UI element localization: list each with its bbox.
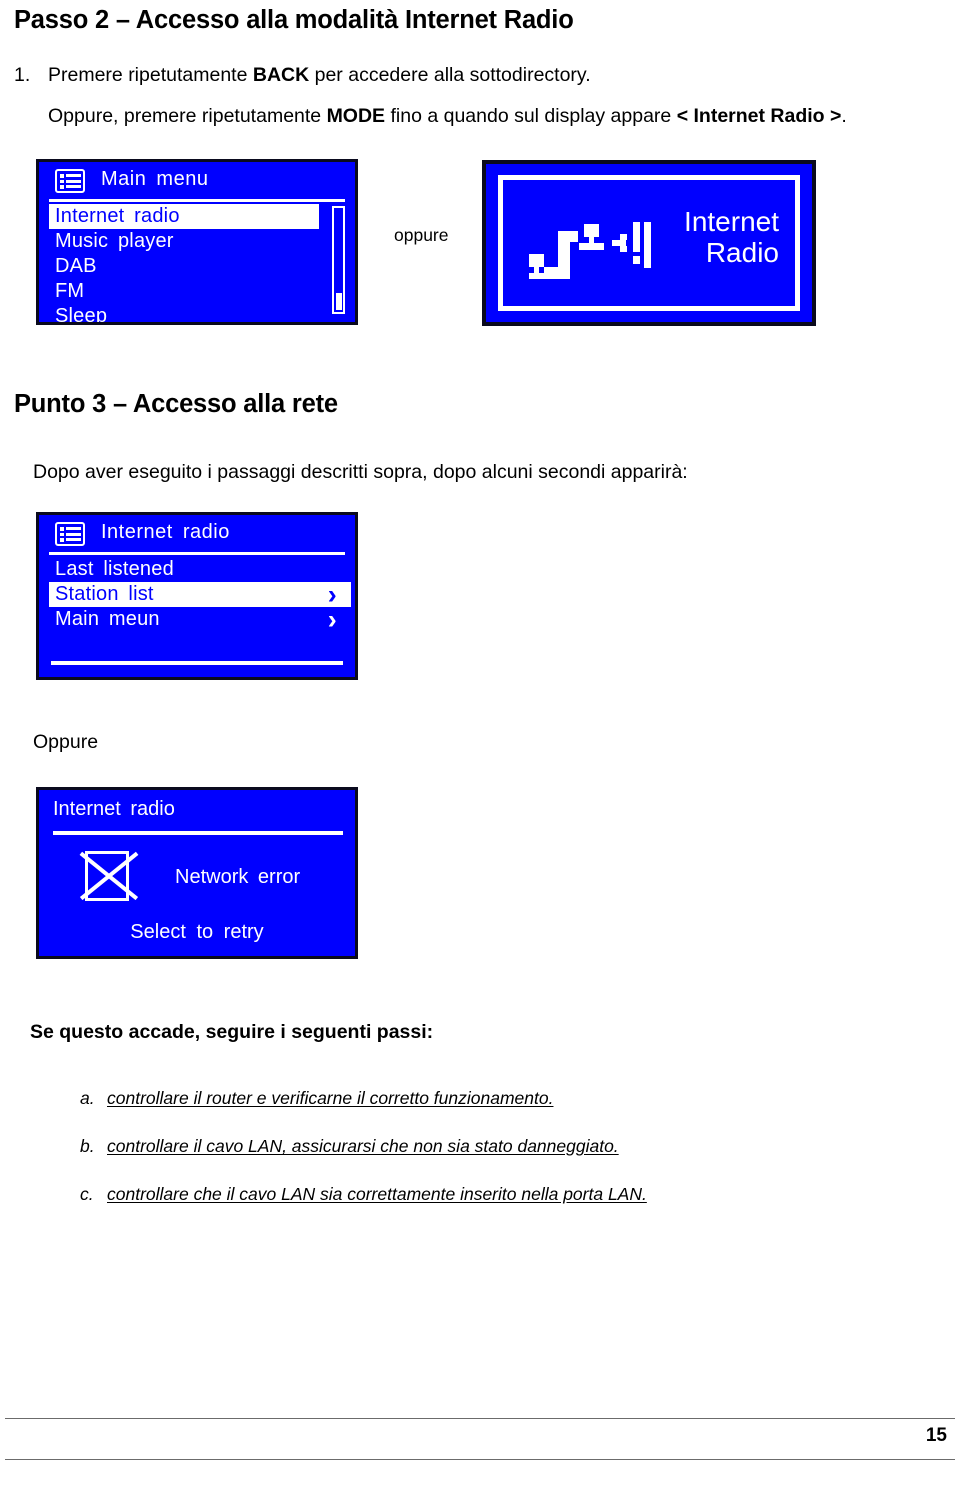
page-title-step2: Passo 2 – Accesso alla modalità Internet… <box>14 6 574 34</box>
document-page: Passo 2 – Accesso alla modalità Internet… <box>0 0 960 1485</box>
network-pixel-icon <box>529 214 654 286</box>
network-error-action[interactable]: Select to retry <box>39 921 355 944</box>
footer-divider <box>51 661 343 665</box>
list-item-text: controllare che il cavo LAN sia corretta… <box>107 1184 647 1204</box>
menu-item-station-list[interactable]: Station list › <box>49 579 351 610</box>
header-divider <box>49 199 345 202</box>
chevron-right-icon: › <box>327 579 337 610</box>
step-1-text-pre: Premere ripetutamente <box>48 64 253 86</box>
lcd-main-menu-header: Main menu <box>39 162 355 202</box>
oppure-label: Oppure <box>33 731 99 753</box>
list-item: a. controllare il router e verificarne il… <box>80 1088 940 1109</box>
lcd-screen-main-menu: Main menu Internet radio Music player DA… <box>36 159 358 325</box>
troubleshoot-list: a. controllare il router e verificarne il… <box>80 1088 940 1232</box>
lcd-screen-network-error: Internet radio Network error Select to r… <box>36 787 358 959</box>
menu-item-main-menu-label: Main meun <box>55 608 160 630</box>
lcd-ir-menu-header: Internet radio <box>39 515 355 555</box>
lcd-main-menu-title: Main menu <box>101 168 209 190</box>
menu-item-last-listened[interactable]: Last listened <box>49 557 351 582</box>
page-number: 15 <box>925 1425 947 1446</box>
oppure-connector-label: oppure <box>394 225 449 245</box>
menu-item-station-list-label: Station list <box>55 583 154 605</box>
crossed-box-icon <box>77 847 139 905</box>
lcd-ir-menu-list: Last listened Station list › Main meun › <box>49 557 351 632</box>
page-footer: 15 <box>5 1418 955 1460</box>
step-1-text-post: per accedere alla sottodirectory. <box>309 64 591 86</box>
step-1-row: 1. Premere ripetutamente BACK per acceder… <box>14 64 934 87</box>
network-error-message: Network error <box>175 866 301 888</box>
list-icon <box>55 169 85 193</box>
lcd-main-menu-list: Internet radio Music player DAB FM Sleep <box>49 204 319 322</box>
troubleshoot-heading: Se questo accade, seguire i seguenti pas… <box>30 1021 434 1043</box>
lcd-screen-internet-radio-menu: Internet radio Last listened Station lis… <box>36 512 358 680</box>
splash-line-1: Internet <box>684 206 779 237</box>
paragraph-step3: Dopo aver eseguito i passaggi descritti … <box>33 461 688 483</box>
header-divider <box>53 831 343 835</box>
list-item-marker: b. <box>80 1136 95 1156</box>
list-item-marker: a. <box>80 1088 95 1108</box>
scrollbar-thumb[interactable] <box>335 293 342 310</box>
list-item: c. controllare che il cavo LAN sia corret… <box>80 1184 940 1205</box>
splash-frame: Internet Radio <box>498 175 800 311</box>
step-1-key-mode: MODE <box>326 105 386 127</box>
menu-item-fm[interactable]: FM <box>49 279 319 304</box>
chevron-right-icon: › <box>327 604 337 635</box>
page-title-step3: Punto 3 – Accesso alla rete <box>14 390 338 418</box>
header-divider <box>49 552 345 555</box>
list-icon <box>55 522 85 546</box>
menu-item-main-menu[interactable]: Main meun › <box>49 604 351 635</box>
step-1-display-value: < Internet Radio > <box>676 105 842 127</box>
step-1-key-back: BACK <box>252 64 310 86</box>
menu-item-music-player[interactable]: Music player <box>49 229 319 254</box>
lcd-network-error-title: Internet radio <box>53 798 175 820</box>
step-1-number: 1. <box>14 64 31 86</box>
menu-item-dab[interactable]: DAB <box>49 254 319 279</box>
menu-item-internet-radio[interactable]: Internet radio <box>49 204 319 229</box>
step-1-alt-mid: fino a quando sul display appare <box>385 105 677 127</box>
step-1-alt-post: . <box>841 105 847 127</box>
lcd-screen-internet-radio-splash: Internet Radio <box>482 160 816 326</box>
step-1-alt-pre: Oppure, premere ripetutamente <box>48 105 327 127</box>
list-item-marker: c. <box>80 1184 94 1204</box>
menu-item-sleep[interactable]: Sleep <box>49 304 319 322</box>
list-item-text: controllare il router e verificarne il c… <box>107 1088 554 1108</box>
menu-item-last-listened-label: Last listened <box>55 558 174 580</box>
step-1-alternative-row: Oppure, premere ripetutamente MODE fino … <box>48 105 948 128</box>
list-item-text: controllare il cavo LAN, assicurarsi che… <box>107 1136 619 1156</box>
splash-text: Internet Radio <box>684 206 779 269</box>
lcd-ir-menu-title: Internet radio <box>101 521 230 543</box>
splash-line-2: Radio <box>705 237 779 269</box>
scrollbar[interactable] <box>332 206 345 314</box>
list-item: b. controllare il cavo LAN, assicurarsi c… <box>80 1136 940 1157</box>
